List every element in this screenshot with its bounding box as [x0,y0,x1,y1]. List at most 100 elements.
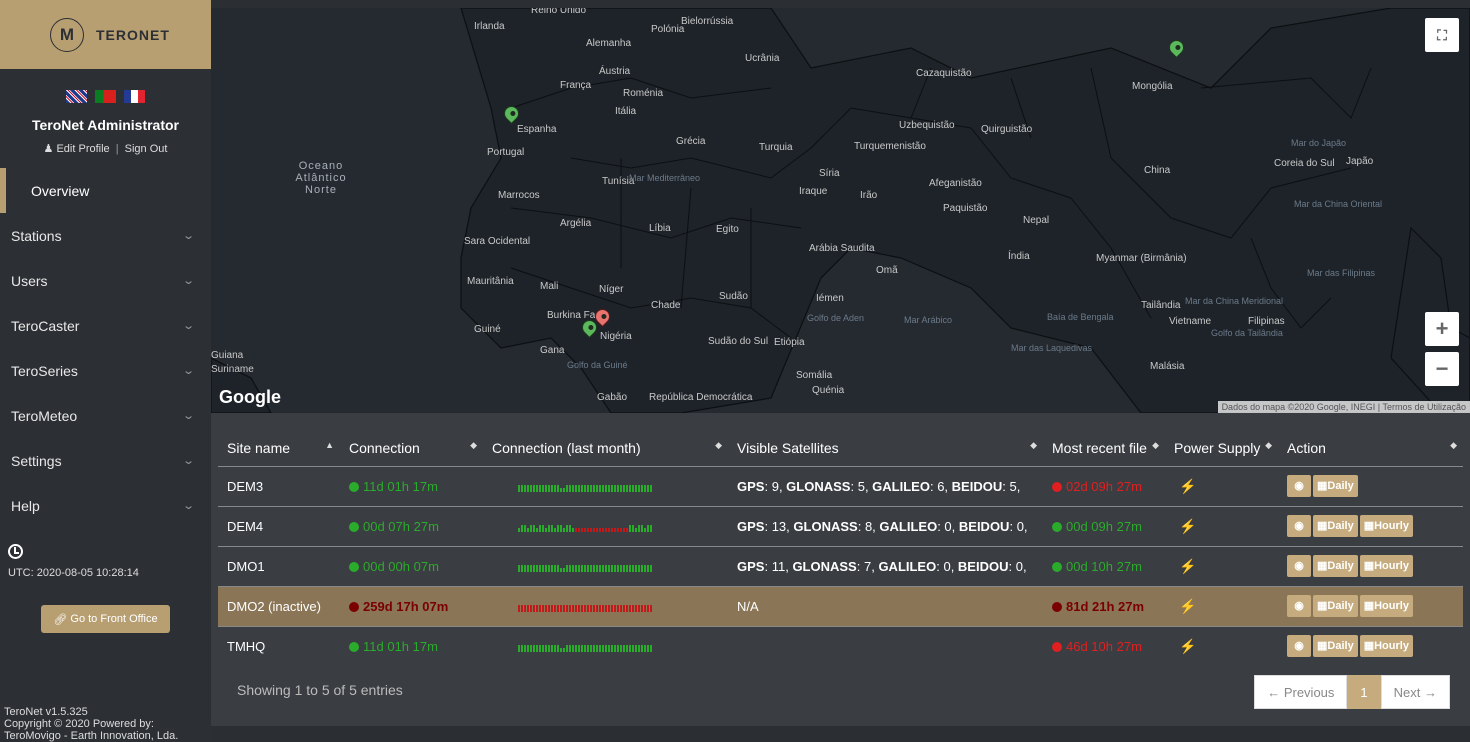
sparkline-bar [563,568,565,572]
view-button[interactable]: ◉ [1287,635,1311,658]
sparkline-bar [533,525,535,532]
sidebar-item-stations[interactable]: Stations ⌄ [0,213,211,258]
column-header[interactable]: Visible Satellites ◆ [728,431,1043,466]
sidebar-item-help[interactable]: Help ⌄ [0,483,211,528]
recent-file-value: 00d 10h 27m [1066,558,1142,574]
table-body: DEM3 11d 01h 17m GPS: 9, GLONASS: 5, GALIL… [218,465,1463,666]
next-button[interactable]: Next → [1380,675,1450,709]
uk-flag-icon[interactable] [66,90,87,103]
site-name[interactable]: DMO2 (inactive) [218,585,340,626]
sparkline-bar [629,645,631,653]
sparkline-bar [608,645,610,653]
sparkline-bar [581,485,583,492]
map-label: República Democrática [649,392,753,403]
sparkline-bar [524,565,526,572]
sparkline-bar [605,565,607,572]
sidebar-item-label: Stations [11,227,62,244]
satellite-count: 0 [944,518,952,534]
sparkline-bar [644,565,646,572]
sparkline-bar [641,605,643,612]
calendar-icon: ▦ [1317,560,1328,572]
table-row[interactable]: TMHQ 11d 01h 17m 46d 10h 27m ⚡ ◉ ▦Daily ▦Hourl… [218,625,1463,666]
view-button[interactable]: ◉ [1287,515,1311,537]
satellite-count: 5 [857,478,865,494]
france-flag-icon[interactable] [124,90,145,103]
front-office-button[interactable]: 🔗︎ Go to Front Office [41,605,170,633]
sparkline-bar [569,565,571,572]
site-name[interactable]: DEM4 [218,505,340,546]
view-button[interactable]: ◉ [1287,475,1311,497]
map-label: Níger [599,284,624,295]
hourly-button[interactable]: ▦Hourly [1359,555,1413,577]
daily-button[interactable]: ▦Daily [1313,475,1358,497]
site-name[interactable]: DMO1 [218,545,340,586]
satellites-text: N/A [737,598,759,614]
table-row[interactable]: DEM4 00d 07h 27m GPS: 13, GLONASS: 8, GALI… [218,505,1463,546]
page-1-button[interactable]: 1 [1347,675,1381,709]
sidebar-item-label: Help [11,497,40,514]
column-header[interactable]: Action ◆ [1278,431,1463,466]
portugal-flag-icon[interactable] [95,90,116,103]
column-header[interactable]: Connection ◆ [340,431,483,466]
connection-month-cell [483,505,728,546]
edit-profile-link[interactable]: Edit Profile [56,143,109,155]
table-row[interactable]: DMO1 00d 00h 07m GPS: 11, GLONASS: 7, GALI… [218,545,1463,586]
daily-button[interactable]: ▦Daily [1313,515,1358,537]
sidebar-item-settings[interactable]: Settings ⌄ [0,438,211,483]
view-button[interactable]: ◉ [1287,595,1311,617]
google-logo: Google [219,387,281,407]
map-label: Malásia [1150,361,1185,372]
column-header[interactable]: Connection (last month) ◆ [483,431,728,466]
sign-out-link[interactable]: Sign Out [125,143,168,155]
sparkline-bar [551,645,553,653]
sparkline-bar [638,525,640,532]
brand-header[interactable]: M TERONET [0,0,211,69]
site-name[interactable]: TMHQ [218,625,340,666]
table-row[interactable]: DMO2 (inactive) 259d 17h 07m N/A 81d 21h 27… [218,585,1463,626]
stations-map[interactable]: Reino Unido Irlanda Bielorrússia Polónia Ale… [211,8,1470,413]
fullscreen-button[interactable]: ⛶ [1425,18,1459,52]
table-row[interactable]: DEM3 11d 01h 17m GPS: 9, GLONASS: 5, GALIL… [218,465,1463,506]
sparkline-bar [536,565,538,572]
satellites-cell: GPS: 13, GLONASS: 8, GALILEO: 0, BEIDOU:… [728,505,1043,546]
sparkline-bar [596,605,598,612]
showing-entries: Showing 1 to 5 of 5 entries [237,682,403,698]
previous-button[interactable]: ← Previous [1254,675,1348,709]
sparkline-bar [530,485,532,492]
sparkline-bar [620,605,622,612]
column-header[interactable]: Site name ▲ [218,431,340,466]
satellite-system: BEIDOU [951,478,1003,494]
sidebar-item-overview[interactable]: Overview [0,168,211,213]
view-button[interactable]: ◉ [1287,555,1311,577]
daily-button[interactable]: ▦Daily [1313,555,1358,577]
daily-button[interactable]: ▦Daily [1313,635,1358,658]
column-header[interactable]: Power Supply ◆ [1165,431,1278,466]
hourly-button[interactable]: ▦Hourly [1359,515,1413,537]
hourly-button[interactable]: ▦Hourly [1359,595,1413,617]
language-flags [0,90,211,103]
sidebar-item-users[interactable]: Users ⌄ [0,258,211,303]
map-label: Portugal [487,147,525,158]
sparkline-bar [569,605,571,612]
column-header[interactable]: Most recent file ◆ [1043,431,1165,466]
sort-icon: ◆ [470,440,477,450]
chevron-down-icon: ⌄ [181,320,195,332]
sparkline-bar [527,528,529,532]
daily-button[interactable]: ▦Daily [1313,595,1358,617]
sidebar-item-teroseries[interactable]: TeroSeries ⌄ [0,348,211,393]
sparkline-bar [554,605,556,612]
sparkline-bar [632,485,634,492]
sparkline-bar [548,645,550,653]
site-name[interactable]: DEM3 [218,465,340,506]
map-label: Vietname [1169,316,1212,327]
zoom-out-button[interactable]: − [1425,352,1459,386]
calendar-icon: ▦ [1363,600,1375,612]
sparkline-bar [635,605,637,612]
sidebar-item-terometeo[interactable]: TeroMeteo ⌄ [0,393,211,438]
hourly-button[interactable]: ▦Hourly [1359,635,1413,658]
sidebar-item-terocaster[interactable]: TeroCaster ⌄ [0,303,211,348]
map-credit[interactable]: Dados do mapa ©2020 Google, INEGI | Term… [1217,401,1470,413]
connection-cell: 259d 17h 07m [340,585,483,626]
zoom-in-button[interactable]: + [1425,312,1459,346]
satellite-count: 9 [771,478,779,494]
